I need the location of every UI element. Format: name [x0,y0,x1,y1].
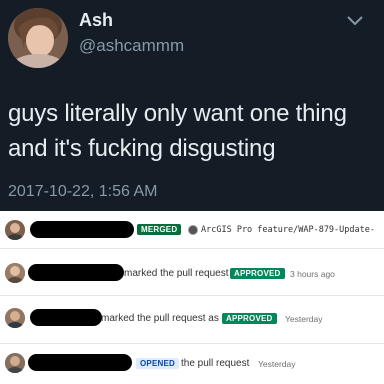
activity-row: marked the pull request as APPROVED 3 ho… [0,258,384,288]
pull-request-activity: MERGED ArcGIS Pro feature/WAP-879-Update… [0,211,384,384]
activity-action: marked the pull request as [101,313,219,324]
branch-link[interactable]: ArcGIS Pro feature/WAP-879-Update- [201,225,375,235]
divider [0,295,384,296]
status-badge: MERGED [137,224,182,235]
display-name[interactable]: Ash [79,10,113,31]
avatar[interactable] [5,353,25,373]
status-badge: APPROVED [230,268,285,279]
activity-row: MERGED ArcGIS Pro feature/WAP-879-Update… [0,215,384,245]
avatar-photo [5,220,25,240]
tweet-text: guys literally only want one thing and i… [8,96,378,166]
user-handle[interactable]: @ashcammm [79,36,184,56]
activity-action: marked the pull request as [124,268,242,279]
activity-time: Yesterday [258,359,296,369]
avatar[interactable] [5,263,25,283]
activity-row: OPENED the pull request Yesterday [0,348,384,378]
redacted-username [30,309,102,326]
chevron-down-icon[interactable] [345,14,365,28]
user-avatar[interactable] [8,8,68,68]
divider [0,248,384,249]
avatar-photo [5,353,25,373]
redacted-username [30,221,134,238]
avatar[interactable] [5,220,25,240]
avatar[interactable] [5,308,25,328]
activity-time: Yesterday [285,314,323,324]
avatar-photo [5,263,25,283]
avatar-photo [8,8,68,68]
status-badge: OPENED [136,358,179,369]
avatar-photo [5,308,25,328]
divider [0,343,384,344]
redacted-username [28,264,124,281]
activity-time: 3 hours ago [290,269,335,279]
activity-action: the pull request [181,358,250,369]
status-badge: APPROVED [222,313,277,324]
redacted-username [28,354,132,371]
repository-icon [188,225,198,235]
tweet-text-line-2: and it's fucking disgusting [8,135,276,162]
activity-row: marked the pull request as APPROVED Yest… [0,303,384,333]
tweet-timestamp[interactable]: 2017-10-22, 1:56 AM [8,183,157,201]
tweet-card: Ash @ashcammm guys literally only want o… [0,0,384,211]
tweet-text-line-1: guys literally only want one thing [8,100,347,127]
